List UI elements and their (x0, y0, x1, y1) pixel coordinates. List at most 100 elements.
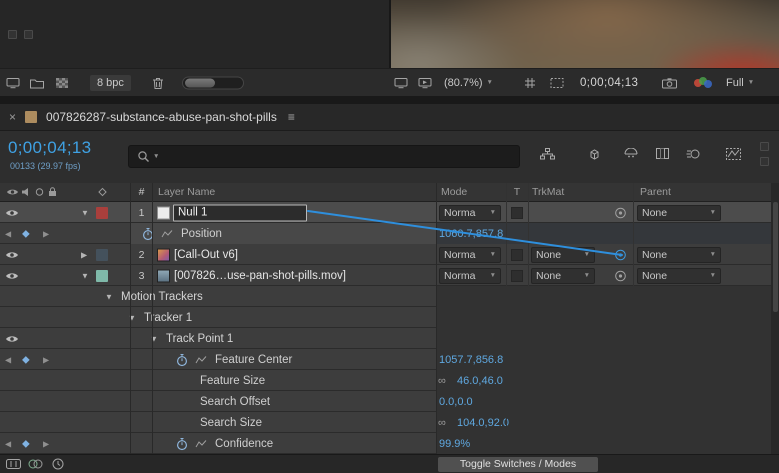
property-name[interactable]: Search Offset (200, 396, 270, 408)
frame-blending-icon[interactable] (656, 148, 669, 159)
graph-editor-icon[interactable] (726, 148, 741, 160)
stopwatch-icon[interactable] (176, 437, 188, 450)
main-viewer-icon[interactable] (418, 77, 432, 88)
snapshot-camera-icon[interactable] (662, 77, 677, 88)
composition-viewer[interactable] (391, 0, 779, 68)
label-color-swatch[interactable] (96, 248, 108, 261)
parent-pickwhip-icon[interactable] (614, 269, 627, 282)
property-value[interactable]: 0.0,0.0 (439, 396, 473, 408)
property-name[interactable]: Feature Size (200, 375, 265, 387)
parent-pickwhip-icon[interactable] (614, 206, 627, 219)
group-row-track-point-1[interactable]: ▼ Track Point 1 (0, 328, 771, 349)
video-column-eye-icon[interactable] (6, 188, 19, 197)
prev-keyframe-icon[interactable]: ◀ (5, 439, 11, 448)
panel-mini-icon[interactable] (24, 30, 33, 39)
property-value[interactable]: 1060.7,857.8 (439, 228, 503, 240)
close-icon[interactable]: × (9, 110, 16, 124)
grid-guides-icon[interactable] (524, 77, 536, 89)
next-keyframe-icon[interactable]: ▶ (43, 229, 49, 238)
link-icon[interactable]: ∞ (438, 375, 446, 387)
property-value[interactable]: 99.9% (439, 438, 470, 450)
column-mode[interactable]: Mode (441, 186, 467, 198)
trkmat-dropdown[interactable]: None ▼ (531, 267, 595, 284)
layer-name-edit-field[interactable]: Null 1 (173, 204, 307, 221)
layer-name[interactable]: [Call-Out v6] (174, 249, 238, 261)
show-channel-icon[interactable] (694, 76, 712, 89)
group-name[interactable]: Motion Trackers (121, 291, 203, 303)
resolution-dropdown[interactable]: Full ▼ (726, 77, 754, 89)
in-out-duration-pane-icon[interactable] (52, 458, 64, 470)
expander-icon[interactable]: ▼ (105, 292, 113, 301)
preserve-transparency-toggle[interactable] (511, 248, 523, 261)
transfer-controls-pane-icon[interactable] (28, 459, 43, 469)
folder-icon[interactable] (30, 77, 44, 88)
eye-icon[interactable] (5, 208, 19, 217)
group-row-tracker-1[interactable]: ▼ Tracker 1 (0, 307, 771, 328)
next-keyframe-icon[interactable]: ▶ (43, 355, 49, 364)
motion-blur-icon[interactable] (686, 148, 700, 160)
eye-icon[interactable] (5, 271, 19, 280)
eye-icon[interactable] (5, 250, 19, 259)
mode-dropdown[interactable]: Norma ▼ (439, 246, 501, 263)
keyframe-diamond-icon[interactable]: ◆ (22, 438, 30, 449)
label-color-swatch[interactable] (96, 206, 108, 219)
graph-toggle-icon[interactable] (161, 229, 173, 239)
property-row-search-offset[interactable]: Search Offset 0.0,0.0 (0, 391, 771, 412)
property-name[interactable]: Confidence (215, 438, 273, 450)
layer-name[interactable]: [007826…use-pan-shot-pills.mov] (174, 270, 346, 282)
eye-icon[interactable] (5, 334, 19, 343)
property-value[interactable]: 46.0,46.0 (457, 375, 503, 387)
mode-dropdown[interactable]: Norma ▼ (439, 267, 501, 284)
lock-column-icon[interactable] (48, 187, 57, 197)
parent-dropdown[interactable]: None ▼ (637, 204, 721, 221)
current-timecode[interactable]: 0;00;04;13 (8, 138, 91, 158)
panel-mini-icon[interactable] (760, 157, 769, 166)
keyframe-diamond-icon[interactable]: ◆ (22, 354, 30, 365)
group-row-motion-trackers[interactable]: ▼ Motion Trackers (0, 286, 771, 307)
prev-keyframe-icon[interactable]: ◀ (5, 355, 11, 364)
column-parent[interactable]: Parent (640, 186, 671, 198)
property-row-feature-size[interactable]: Feature Size ∞ 46.0,46.0 (0, 370, 771, 391)
property-row-position[interactable]: ◀ ◆ ▶ Position 1060.7,857.8 (0, 223, 771, 244)
expander-icon[interactable]: ▶ (81, 250, 87, 259)
search-input[interactable]: ▼ (128, 145, 520, 168)
preserve-transparency-toggle[interactable] (511, 206, 523, 219)
graph-toggle-icon[interactable] (195, 439, 207, 449)
region-of-interest-icon[interactable] (550, 77, 564, 88)
column-layer-name[interactable]: Layer Name (158, 186, 215, 198)
parent-dropdown[interactable]: None ▼ (637, 246, 721, 263)
panel-mini-icon[interactable] (760, 142, 769, 151)
property-name[interactable]: Position (181, 228, 222, 240)
property-value[interactable]: 104.0,92.0 (457, 417, 509, 429)
layer-row-null-1[interactable]: ▼ 1 Null 1 Norma ▼ None ▼ (0, 202, 771, 223)
audio-column-speaker-icon[interactable] (21, 188, 31, 197)
display-icon[interactable] (6, 77, 20, 88)
prev-keyframe-icon[interactable]: ◀ (5, 229, 11, 238)
trash-icon[interactable] (152, 76, 164, 89)
checkerboard-icon[interactable] (56, 77, 68, 88)
thumbnail-slider[interactable] (182, 76, 244, 89)
panel-menu-icon[interactable]: ≡ (288, 110, 295, 124)
label-color-swatch[interactable] (96, 269, 108, 282)
link-icon[interactable]: ∞ (438, 417, 446, 429)
layer-switches-pane-icon[interactable] (6, 459, 21, 469)
column-number[interactable]: # (130, 186, 153, 198)
property-row-confidence[interactable]: ◀ ◆ ▶ Confidence 99.9% (0, 433, 771, 454)
property-name[interactable]: Feature Center (215, 354, 292, 366)
scrollbar-thumb[interactable] (772, 202, 778, 312)
property-value[interactable]: 1057.7,856.8 (439, 354, 503, 366)
property-row-feature-center[interactable]: ◀ ◆ ▶ Feature Center 1057.7,856.8 (0, 349, 771, 370)
property-name[interactable]: Search Size (200, 417, 262, 429)
layer-row-call-out[interactable]: ▶ 2 [Call-Out v6] Norma ▼ None ▼ None ▼ (0, 244, 771, 265)
panel-mini-icon[interactable] (8, 30, 17, 39)
expander-icon[interactable]: ▼ (81, 208, 89, 217)
layer-row-footage[interactable]: ▼ 3 [007826…use-pan-shot-pills.mov] Norm… (0, 265, 771, 286)
mode-dropdown[interactable]: Norma ▼ (439, 204, 501, 221)
draft-3d-icon[interactable] (588, 148, 601, 161)
trkmat-dropdown[interactable]: None ▼ (531, 246, 595, 263)
property-row-search-size[interactable]: Search Size ∞ 104.0,92.0 (0, 412, 771, 433)
expander-icon[interactable]: ▼ (81, 271, 89, 280)
stopwatch-icon[interactable] (176, 353, 188, 366)
toggle-switches-modes-button[interactable]: Toggle Switches / Modes (438, 457, 598, 472)
column-trkmat[interactable]: TrkMat (532, 186, 564, 198)
